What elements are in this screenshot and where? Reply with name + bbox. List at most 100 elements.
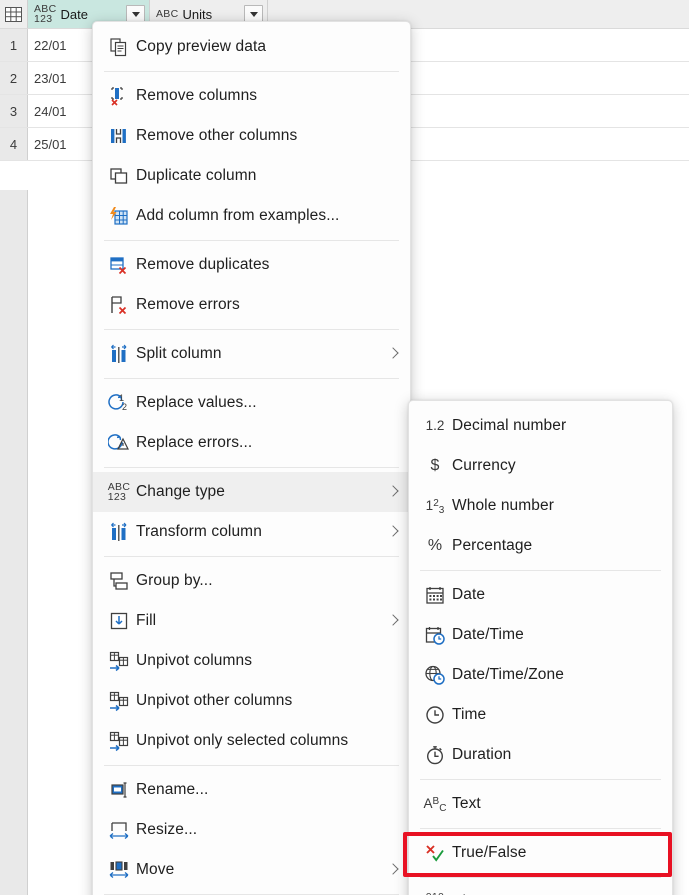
- menu-item-remove-duplicates[interactable]: Remove duplicates: [93, 245, 410, 285]
- menu-item-copy-preview-data[interactable]: Copy preview data: [93, 27, 410, 67]
- menu-item-label: Date: [452, 586, 485, 604]
- menu-item-label: Replace values...: [136, 394, 257, 412]
- menu-item-label: Change type: [136, 483, 225, 501]
- menu-item-time[interactable]: Time: [409, 695, 672, 735]
- menu-item-label: Decimal number: [452, 417, 566, 435]
- menu-separator: [420, 570, 661, 571]
- menu-separator: [104, 467, 399, 468]
- row-number: 4: [0, 128, 28, 160]
- context-menu[interactable]: Copy preview data Remove columns Remove ot…: [92, 21, 411, 895]
- replace-errors-icon: [102, 430, 136, 456]
- chevron-down-icon: [132, 12, 140, 17]
- menu-item-label: Percentage: [452, 537, 532, 555]
- menu-item-label: Transform column: [136, 523, 262, 541]
- menu-item-label: Unpivot other columns: [136, 692, 292, 710]
- menu-item-duplicate-column[interactable]: Duplicate column: [93, 156, 410, 196]
- transform-column-icon: [102, 519, 136, 545]
- unpivot-icon: [102, 728, 136, 754]
- menu-item-label: Whole number: [452, 497, 554, 515]
- abc-icon: ABC: [156, 9, 179, 20]
- menu-item-label: True/False: [452, 844, 527, 862]
- menu-separator: [104, 240, 399, 241]
- menu-item-unpivot-only-selected[interactable]: Unpivot only selected columns: [93, 721, 410, 761]
- check-cross-icon: [418, 840, 452, 866]
- calendar-clock-icon: [418, 622, 452, 648]
- menu-item-fill[interactable]: Fill: [93, 601, 410, 641]
- menu-item-label: Group by...: [136, 572, 213, 590]
- menu-item-remove-other-columns[interactable]: Remove other columns: [93, 116, 410, 156]
- change-type-submenu[interactable]: 1.2Decimal number$Currency123Whole numbe…: [408, 400, 673, 895]
- menu-item-move[interactable]: Move: [93, 850, 410, 890]
- chevron-right-icon: [386, 525, 400, 539]
- decimal-number-icon: 1.2: [418, 413, 452, 439]
- menu-item-add-column-from-examples[interactable]: Add column from examples...: [93, 196, 410, 236]
- menu-item-whole-number[interactable]: 123Whole number: [409, 486, 672, 526]
- duplicate-column-icon: [102, 163, 136, 189]
- clock-icon: [418, 702, 452, 728]
- menu-item-true-false[interactable]: True/False: [409, 833, 672, 873]
- menu-item-label: Duplicate column: [136, 167, 257, 185]
- menu-item-label: Date/Time: [452, 626, 524, 644]
- menu-item-binary[interactable]: 010101Binary: [409, 882, 672, 895]
- menu-item-label: Remove errors: [136, 296, 240, 314]
- abc123-icon: ABC123: [102, 479, 136, 505]
- move-icon: [102, 857, 136, 883]
- menu-item-label: Remove columns: [136, 87, 257, 105]
- percentage-icon: %: [418, 533, 452, 559]
- remove-duplicates-icon: [102, 252, 136, 278]
- menu-item-date[interactable]: Date: [409, 575, 672, 615]
- row-number: 3: [0, 95, 28, 127]
- menu-item-date-time[interactable]: Date/Time: [409, 615, 672, 655]
- split-column-icon: [102, 341, 136, 367]
- table-icon[interactable]: [0, 0, 28, 28]
- menu-item-text[interactable]: ABCText: [409, 784, 672, 824]
- menu-separator: [104, 765, 399, 766]
- menu-item-label: Unpivot only selected columns: [136, 732, 348, 750]
- fill-icon: [102, 608, 136, 634]
- menu-item-decimal-number[interactable]: 1.2Decimal number: [409, 406, 672, 446]
- menu-item-label: Duration: [452, 746, 511, 764]
- menu-item-rename[interactable]: Rename...: [93, 770, 410, 810]
- menu-item-group-by[interactable]: Group by...: [93, 561, 410, 601]
- menu-item-label: Remove other columns: [136, 127, 297, 145]
- chevron-right-icon: [386, 863, 400, 877]
- menu-item-remove-errors[interactable]: Remove errors: [93, 285, 410, 325]
- chevron-right-icon: [386, 347, 400, 361]
- power-query-preview: ABC123 Date ABC Units 1 22/01 2 23/01: [0, 0, 689, 895]
- stopwatch-icon: [418, 742, 452, 768]
- copy-icon: [102, 34, 136, 60]
- menu-item-change-type[interactable]: ABC123Change type: [93, 472, 410, 512]
- menu-item-label: Text: [452, 795, 481, 813]
- menu-item-replace-values[interactable]: 12Replace values...: [93, 383, 410, 423]
- menu-item-transform-column[interactable]: Transform column: [93, 512, 410, 552]
- whole-number-icon: 123: [418, 493, 452, 519]
- menu-item-label: Replace errors...: [136, 434, 252, 452]
- menu-item-split-column[interactable]: Split column: [93, 334, 410, 374]
- row-gutter: [0, 190, 28, 895]
- menu-item-duration[interactable]: Duration: [409, 735, 672, 775]
- menu-item-unpivot-other-columns[interactable]: Unpivot other columns: [93, 681, 410, 721]
- abc-text-icon: ABC: [418, 791, 452, 817]
- resize-icon: [102, 817, 136, 843]
- menu-item-label: Resize...: [136, 821, 197, 839]
- chevron-down-icon: [250, 12, 258, 17]
- menu-item-label: Add column from examples...: [136, 207, 339, 225]
- menu-item-unpivot-columns[interactable]: Unpivot columns: [93, 641, 410, 681]
- menu-item-replace-errors[interactable]: Replace errors...: [93, 423, 410, 463]
- menu-item-remove-columns[interactable]: Remove columns: [93, 76, 410, 116]
- menu-item-resize[interactable]: Resize...: [93, 810, 410, 850]
- abc123-icon: ABC123: [34, 4, 57, 25]
- menu-separator: [420, 828, 661, 829]
- menu-item-percentage[interactable]: %Percentage: [409, 526, 672, 566]
- currency-icon: $: [418, 453, 452, 479]
- column-header-label: Date: [61, 7, 88, 22]
- menu-item-date-time-zone[interactable]: Date/Time/Zone: [409, 655, 672, 695]
- remove-errors-icon: [102, 292, 136, 318]
- menu-item-currency[interactable]: $Currency: [409, 446, 672, 486]
- menu-separator: [104, 378, 399, 379]
- menu-item-label: Split column: [136, 345, 222, 363]
- menu-separator: [104, 71, 399, 72]
- calendar-icon: [418, 582, 452, 608]
- menu-item-label: Fill: [136, 612, 156, 630]
- add-column-examples-icon: [102, 203, 136, 229]
